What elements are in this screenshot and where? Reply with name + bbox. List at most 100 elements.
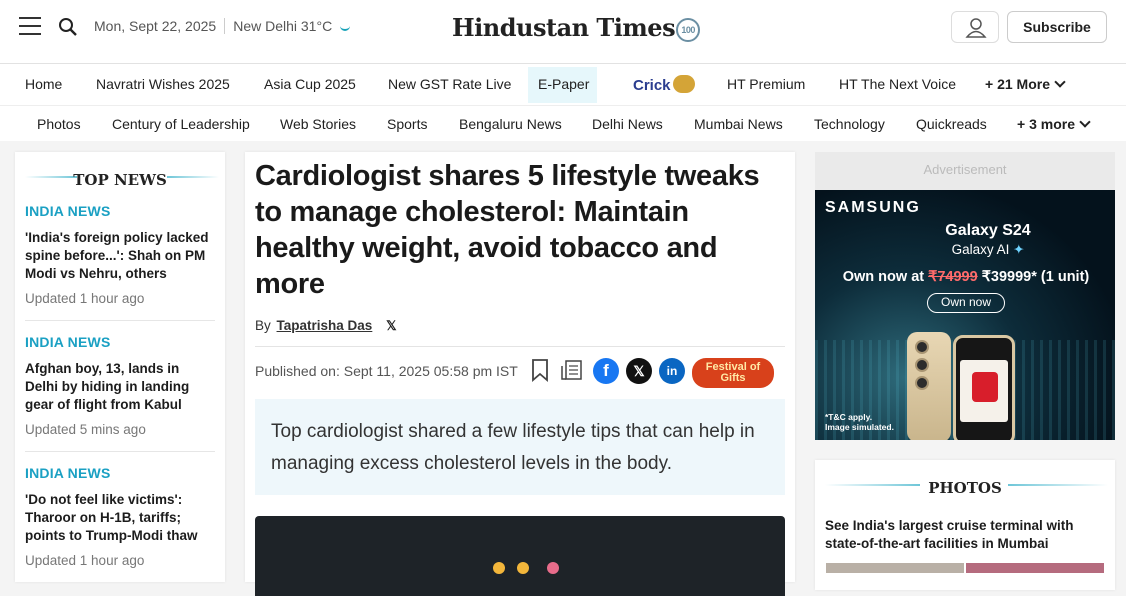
snapdragon-chip-icon — [972, 372, 998, 402]
nav-more-secondary[interactable]: + 3 more — [1017, 116, 1091, 132]
weather-icon — [340, 23, 351, 31]
media-dot — [493, 562, 505, 574]
phone-back-image — [907, 332, 951, 440]
price-prefix: Own now at — [842, 269, 925, 285]
old-price: ₹74999 — [928, 269, 978, 285]
nav-more[interactable]: + 21 More — [985, 76, 1066, 92]
nav-ht-premium[interactable]: HT Premium — [727, 76, 805, 92]
nav-sports[interactable]: Sports — [387, 116, 427, 132]
nav-navratri[interactable]: Navratri Wishes 2025 — [96, 76, 230, 92]
byline-prefix: By — [255, 318, 271, 333]
article-summary: Top cardiologist shared a few lifestyle … — [255, 399, 785, 495]
login-button[interactable] — [951, 11, 999, 43]
author-link[interactable]: Tapatrisha Das — [277, 318, 373, 333]
nav-delhi[interactable]: Delhi News — [592, 116, 663, 132]
nav-asia-cup[interactable]: Asia Cup 2025 — [264, 76, 356, 92]
photo-thumbnail[interactable] — [826, 563, 964, 573]
chevron-down-icon — [1079, 116, 1091, 128]
festival-of-gifts-button[interactable]: Festival of Gifts — [692, 358, 774, 388]
logo-text: Hindustan Times — [452, 13, 676, 42]
current-date: Mon, Sept 22, 2025 — [94, 18, 217, 34]
user-icon — [965, 18, 987, 38]
own-now-button[interactable]: Own now — [927, 293, 1005, 313]
bookmark-icon[interactable] — [527, 357, 553, 383]
list-item[interactable]: INDIA NEWS 'Do not feel like victims': T… — [25, 465, 215, 568]
news-category[interactable]: INDIA NEWS — [25, 203, 215, 219]
news-title[interactable]: 'India's foreign policy lacked spine bef… — [25, 229, 215, 283]
top-news-heading: TOP NEWS — [73, 171, 167, 189]
list-item[interactable]: INDIA NEWS Afghan boy, 13, lands in Delh… — [25, 334, 215, 437]
photo-thumbnail[interactable] — [966, 563, 1104, 573]
list-item[interactable]: INDIA NEWS 'India's foreign policy lacke… — [25, 203, 215, 306]
nav-next-voice[interactable]: HT The Next Voice — [839, 76, 956, 92]
nav-epaper[interactable]: E-Paper — [538, 76, 589, 92]
heading-divider — [167, 176, 219, 178]
crick-label: Crick — [633, 77, 671, 94]
crick-logo-icon — [672, 75, 695, 93]
new-price: ₹39999* (1 unit) — [981, 269, 1090, 285]
camera-lens — [915, 358, 929, 372]
advertisement-box: Advertisement SAMSUNG Galaxy S24 Galaxy … — [815, 152, 1115, 440]
divider — [25, 320, 215, 321]
news-updated: Updated 5 mins ago — [25, 422, 146, 437]
sparkle-icon: ✦ — [1013, 242, 1025, 257]
nav-home[interactable]: Home — [25, 76, 62, 92]
photos-panel: PHOTOS See India's largest cruise termin… — [815, 460, 1115, 590]
photo-story-title[interactable]: See India's largest cruise terminal with… — [825, 517, 1110, 553]
site-logo[interactable]: Hindustan Times 100 — [452, 13, 701, 42]
camera-lens — [915, 340, 929, 354]
nav-crick[interactable]: Crick — [633, 75, 695, 94]
more-secondary-label: + 3 more — [1017, 116, 1075, 132]
news-title[interactable]: 'Do not feel like victims': Tharoor on H… — [25, 491, 215, 545]
x-share-icon[interactable]: 𝕏 — [626, 358, 652, 384]
menu-icon[interactable] — [19, 17, 41, 37]
weather-text: New Delhi 31°C — [233, 18, 333, 34]
nav-quickreads[interactable]: Quickreads — [916, 116, 987, 132]
camera-lens — [915, 376, 929, 390]
nav-century[interactable]: Century of Leadership — [112, 116, 250, 132]
divider — [25, 451, 215, 452]
more-label: + 21 More — [985, 76, 1050, 92]
media-dot — [517, 562, 529, 574]
nav-web-stories[interactable]: Web Stories — [280, 116, 356, 132]
x-icon[interactable]: 𝕏 — [386, 318, 396, 334]
ad-price: Own now at ₹74999 ₹39999* (1 unit) — [815, 269, 1115, 285]
news-feed-icon[interactable] — [559, 357, 585, 383]
byline: By Tapatrisha Das 𝕏 — [255, 318, 397, 334]
nav-photos[interactable]: Photos — [37, 116, 81, 132]
centenary-badge: 100 — [676, 18, 701, 42]
photos-heading: PHOTOS — [928, 479, 1002, 497]
search-icon[interactable] — [58, 17, 78, 37]
chevron-down-icon — [1054, 76, 1066, 88]
article-media[interactable] — [255, 516, 785, 596]
news-category[interactable]: INDIA NEWS — [25, 465, 215, 481]
media-dot — [547, 562, 559, 574]
nav-technology[interactable]: Technology — [814, 116, 885, 132]
facebook-icon[interactable]: f — [593, 358, 619, 384]
nav-bengaluru[interactable]: Bengaluru News — [459, 116, 562, 132]
ad-ai-text: Galaxy AI — [951, 242, 1010, 257]
ad-terms: *T&C apply. Image simulated. — [825, 412, 894, 432]
date-weather: Mon, Sept 22, 2025 New Delhi 31°C — [94, 18, 351, 34]
phone-screen — [960, 360, 1008, 422]
linkedin-icon[interactable]: in — [659, 358, 685, 384]
heading-divider — [1008, 484, 1108, 486]
top-news-panel: TOP NEWS INDIA NEWS 'India's foreign pol… — [15, 152, 225, 582]
nav-mumbai[interactable]: Mumbai News — [694, 116, 783, 132]
nav-gst[interactable]: New GST Rate Live — [388, 76, 511, 92]
subscribe-button[interactable]: Subscribe — [1007, 11, 1107, 43]
samsung-ad[interactable]: SAMSUNG Galaxy S24 Galaxy AI ✦ Own now a… — [815, 190, 1115, 440]
article-headline: Cardiologist shares 5 lifestyle tweaks t… — [255, 160, 760, 300]
phone-front-image — [953, 335, 1015, 440]
news-category[interactable]: INDIA NEWS — [25, 334, 215, 350]
news-updated: Updated 1 hour ago — [25, 553, 145, 568]
divider — [255, 346, 785, 347]
ad-brand: SAMSUNG — [825, 199, 921, 216]
published-date: Published on: Sept 11, 2025 05:58 pm IST — [255, 363, 518, 379]
secondary-nav: Photos Century of Leadership Web Stories… — [0, 105, 1126, 141]
ad-model: Galaxy S24 — [945, 222, 1031, 239]
ad-ai-label: Galaxy AI ✦ — [815, 242, 1115, 258]
news-title[interactable]: Afghan boy, 13, lands in Delhi by hiding… — [25, 360, 215, 414]
primary-nav: Home Navratri Wishes 2025 Asia Cup 2025 … — [0, 64, 1126, 105]
top-header: Mon, Sept 22, 2025 New Delhi 31°C Hindust… — [0, 0, 1126, 64]
